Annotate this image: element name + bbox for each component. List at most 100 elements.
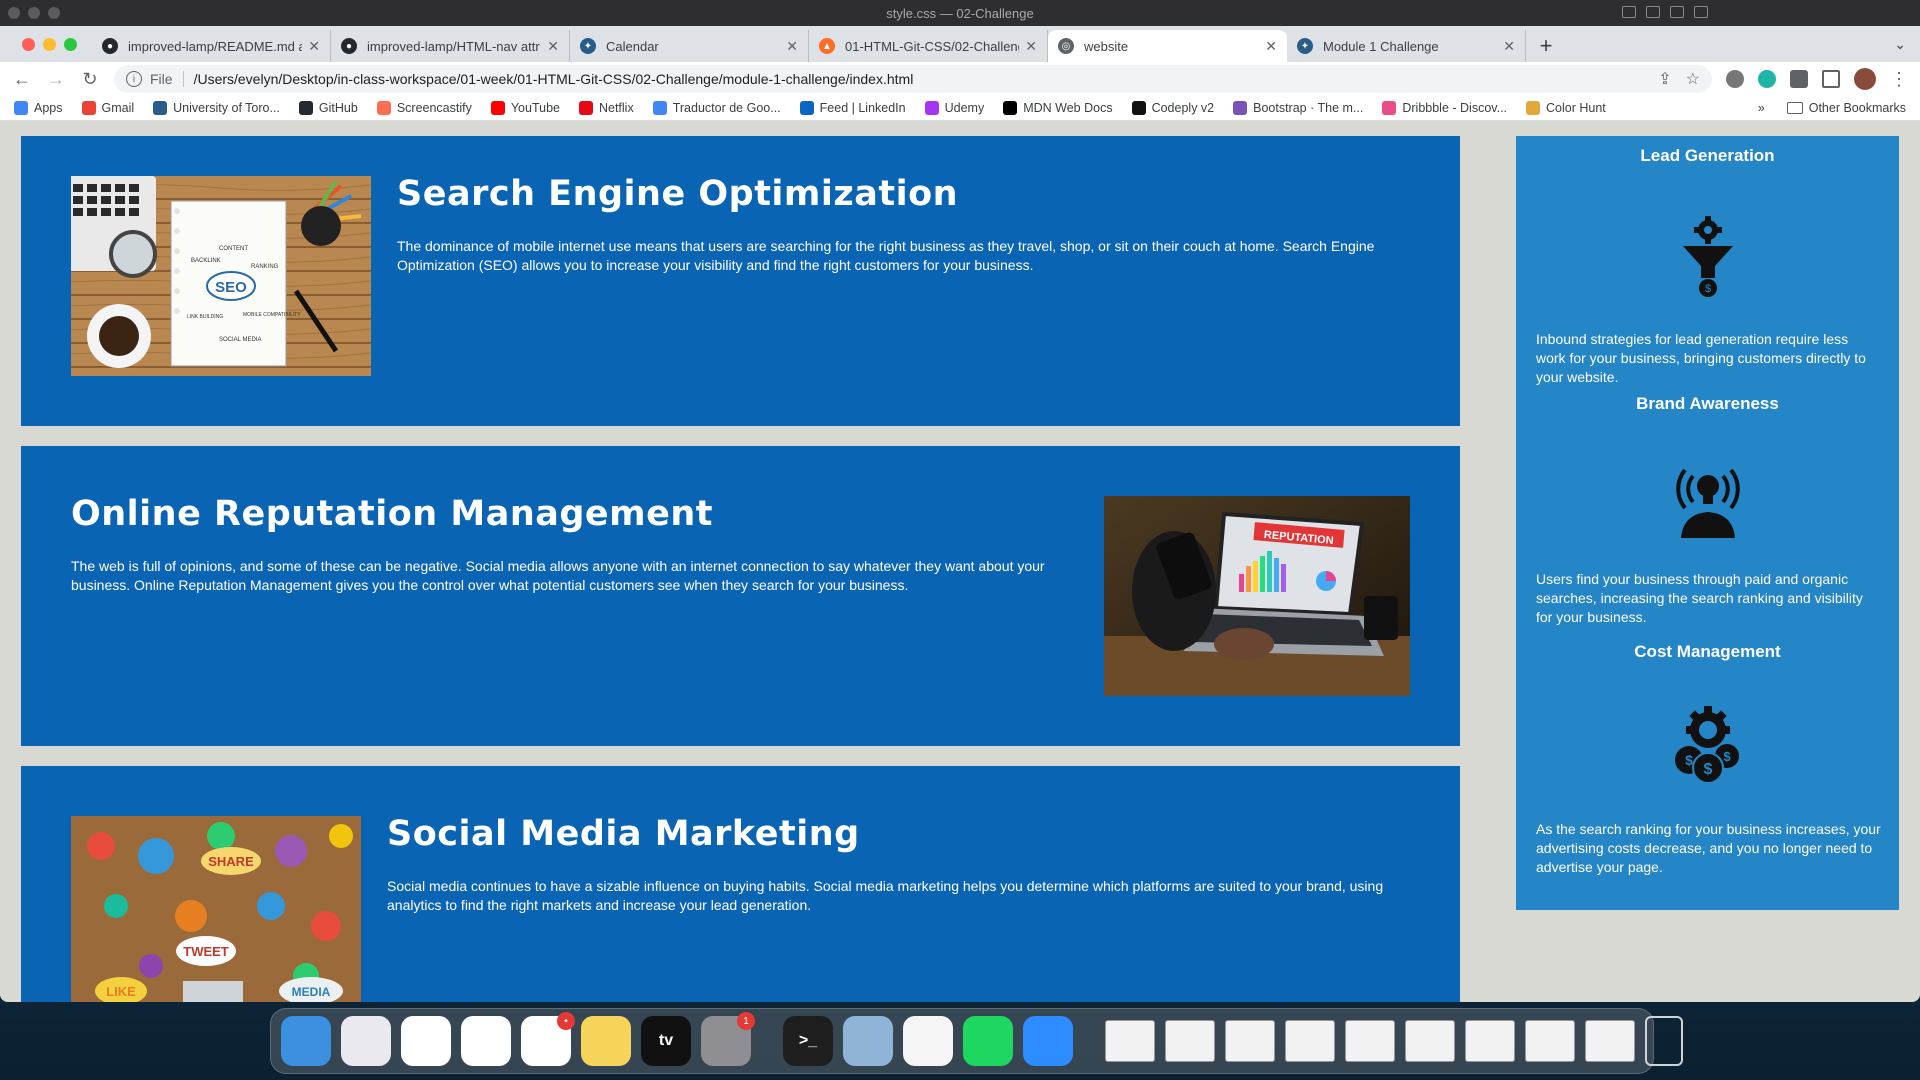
terminal-icon[interactable]: >_ (783, 1016, 833, 1066)
bookmark-favicon-icon (652, 101, 667, 115)
dock-item-label: tv (658, 1032, 674, 1049)
bookmark-favicon-icon (490, 101, 505, 115)
bookmark-favicon-icon (799, 101, 814, 115)
close-window-button[interactable] (22, 38, 35, 51)
bookmark-favicon-icon (298, 101, 313, 115)
bookmark-item[interactable]: Bootstrap · The m... (1233, 101, 1363, 115)
benefit-lead: Lead Generation $ Inbound strategies for… (1516, 146, 1899, 394)
bookmark-item[interactable]: Apps (14, 101, 63, 115)
tab-gitlab-challenge[interactable]: ▲ 01-HTML-Git-CSS/02-Challeng ✕ (809, 30, 1048, 62)
benefits-sidebar: Lead Generation $ Inbound strategies for… (1516, 136, 1899, 910)
launchpad-icon[interactable] (341, 1016, 391, 1066)
seo-section: SEO BACKLINK CONTENT RANKING LINK BUILDI… (21, 136, 1460, 426)
zoom-window-button[interactable] (64, 38, 77, 51)
svg-text:$: $ (1723, 749, 1731, 764)
extensions-area: ⋮ (1726, 68, 1908, 90)
m-extension-icon[interactable] (1758, 70, 1776, 88)
minimized-window-thumbnail[interactable] (1225, 1020, 1275, 1062)
minimized-window-thumbnail[interactable] (1405, 1020, 1455, 1062)
social-image-word: TWEET (183, 944, 229, 959)
bookmark-item[interactable]: Netflix (578, 101, 634, 115)
system-preferences-icon[interactable]: 1 (701, 1012, 755, 1066)
bookmark-item[interactable]: Gmail (81, 101, 134, 115)
tab-readme[interactable]: ● improved-lamp/README.md at ✕ (92, 30, 331, 62)
tab-html-nav[interactable]: ● improved-lamp/HTML-nav attr ✕ (331, 30, 570, 62)
seo-image-word: CONTENT (219, 246, 248, 252)
reputation-text: The web is full of opinions, and some of… (71, 558, 1045, 593)
tab-module-challenge[interactable]: ✦ Module 1 Challenge ✕ (1287, 30, 1526, 62)
apple-tv-icon[interactable]: tv (641, 1016, 691, 1066)
browser-window: style.css — 02-Challenge ● improved-lamp… (0, 0, 1920, 1002)
share-icon[interactable]: ⇪ (1658, 69, 1671, 89)
bookmark-item[interactable]: Color Hunt (1526, 101, 1606, 115)
bookmark-item[interactable]: University of Toro... (153, 101, 280, 115)
bookmark-item[interactable]: Dribbble - Discov... (1382, 101, 1507, 115)
vscode-icon[interactable] (461, 1016, 511, 1066)
bookmark-item[interactable]: YouTube (490, 101, 560, 115)
spotify-icon[interactable] (963, 1016, 1013, 1066)
bookmark-label: Codeply v2 (1151, 101, 1215, 115)
bookmark-item[interactable]: MDN Web Docs (1003, 101, 1113, 115)
tab-website[interactable]: ◎ website ✕ (1048, 30, 1287, 62)
bookmark-label: Bootstrap · The m... (1253, 101, 1364, 115)
zoom-icon[interactable] (1023, 1016, 1073, 1066)
close-icon[interactable]: ✕ (786, 38, 798, 55)
address-bar[interactable]: i File /Users/evelyn/Desktop/in-class-wo… (114, 65, 1712, 93)
forward-button[interactable]: → (46, 69, 66, 90)
tab-search-chevron-icon[interactable]: ⌄ (1894, 36, 1906, 53)
close-icon[interactable]: ✕ (1025, 38, 1037, 55)
other-bookmarks-folder[interactable]: Other Bookmarks (1786, 101, 1906, 115)
minimized-window-thumbnail[interactable] (1165, 1020, 1215, 1062)
textedit-icon[interactable] (903, 1016, 953, 1066)
reputation-section: Online Reputation Management The web is … (21, 446, 1460, 746)
reputation-image: REPUTATION (1104, 496, 1410, 696)
bookmark-star-icon[interactable]: ☆ (1686, 69, 1700, 89)
bookmark-favicon-icon (924, 101, 939, 115)
bookmark-item[interactable]: Traductor de Goo... (652, 101, 781, 115)
close-icon[interactable]: ✕ (547, 38, 559, 55)
macos-dock: • tv 1 >_ (270, 1008, 1683, 1074)
close-icon[interactable]: ✕ (1265, 38, 1277, 55)
more-bookmarks-button[interactable]: » (1758, 101, 1765, 115)
avatar[interactable] (1854, 68, 1876, 90)
minimized-window-thumbnail[interactable] (1345, 1020, 1395, 1062)
bookmark-favicon-icon (1003, 101, 1018, 115)
bookmark-label: YouTube (510, 101, 560, 115)
side-panel-icon[interactable] (1822, 70, 1840, 88)
info-icon[interactable]: i (126, 71, 142, 87)
slack-icon[interactable]: • (521, 1012, 575, 1066)
finder-icon[interactable] (281, 1016, 331, 1066)
minimized-window-thumbnail[interactable] (1465, 1020, 1515, 1062)
minimized-window-thumbnail[interactable] (1285, 1020, 1335, 1062)
url-text[interactable]: /Users/evelyn/Desktop/in-class-workspace… (194, 71, 914, 87)
puzzle-extensions-icon[interactable] (1790, 70, 1808, 88)
github-icon: ● (102, 38, 118, 54)
minimized-window-thumbnail[interactable] (1525, 1020, 1575, 1062)
canvas-icon: ✦ (580, 38, 596, 54)
minimized-window-thumbnail[interactable] (1585, 1020, 1635, 1062)
chrome-icon[interactable] (401, 1016, 451, 1066)
lightbulb-broadcast-icon (1671, 456, 1745, 538)
reload-button[interactable]: ↻ (80, 69, 100, 90)
minimize-window-button[interactable] (43, 38, 56, 51)
trash-icon[interactable] (1645, 1016, 1683, 1066)
bookmark-item[interactable]: Udemy (924, 101, 984, 115)
close-icon[interactable]: ✕ (308, 38, 320, 55)
bookmark-item[interactable]: Screencastify (376, 101, 472, 115)
bug-extension-icon[interactable] (1726, 70, 1744, 88)
notes-icon[interactable] (581, 1016, 631, 1066)
back-button[interactable]: ← (12, 69, 32, 90)
editor-titlebar: style.css — 02-Challenge (0, 0, 1920, 26)
bookmark-label: Apps (34, 101, 63, 115)
layout-toggle-icons[interactable] (1622, 6, 1708, 18)
tab-calendar[interactable]: ✦ Calendar ✕ (570, 30, 809, 62)
close-icon[interactable]: ✕ (1503, 38, 1515, 55)
preview-icon[interactable] (843, 1016, 893, 1066)
more-menu-icon[interactable]: ⋮ (1890, 69, 1908, 90)
new-tab-button[interactable]: + (1526, 30, 1566, 62)
url-scheme: File (150, 71, 184, 87)
bookmark-item[interactable]: Codeply v2 (1131, 101, 1215, 115)
bookmark-item[interactable]: Feed | LinkedIn (799, 101, 906, 115)
minimized-window-thumbnail[interactable] (1105, 1020, 1155, 1062)
bookmark-item[interactable]: GitHub (298, 101, 358, 115)
